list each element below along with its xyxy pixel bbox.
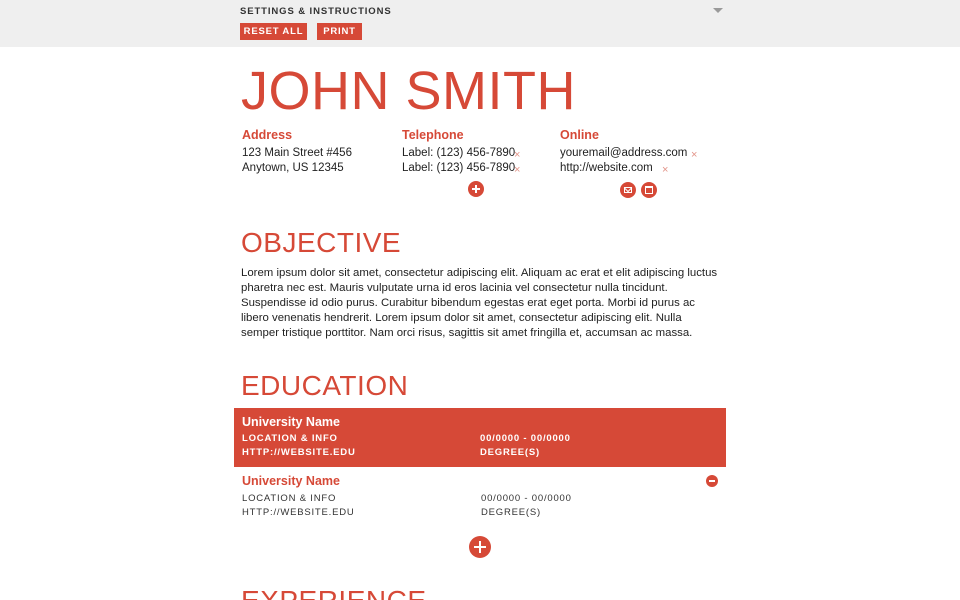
add-telephone-button[interactable] xyxy=(468,181,484,197)
education-website[interactable]: HTTP://WEBSITE.EDU xyxy=(242,507,355,518)
education-location[interactable]: LOCATION & INFO xyxy=(242,493,336,504)
web-icon xyxy=(645,186,653,194)
remove-telephone-1-icon[interactable]: × xyxy=(514,149,520,161)
address-line-1[interactable]: 123 Main Street #456 xyxy=(242,147,352,159)
university-name[interactable]: University Name xyxy=(242,415,340,429)
address-heading: Address xyxy=(242,128,293,142)
settings-bar: SETTINGS & INSTRUCTIONS RESET ALL PRINT xyxy=(0,0,960,47)
telephone-heading: Telephone xyxy=(402,128,464,142)
education-degree[interactable]: DEGREE(S) xyxy=(481,507,541,518)
education-dates[interactable]: 00/0000 - 00/0000 xyxy=(481,493,572,504)
university-name[interactable]: University Name xyxy=(242,474,340,488)
print-button[interactable]: PRINT xyxy=(317,23,362,40)
experience-heading[interactable]: EXPERIENCE xyxy=(241,585,427,600)
online-line-2[interactable]: http://website.com xyxy=(560,162,653,174)
mail-icon xyxy=(624,187,632,193)
education-heading[interactable]: EDUCATION xyxy=(241,370,408,402)
education-website[interactable]: HTTP://WEBSITE.EDU xyxy=(242,447,356,458)
chevron-down-icon[interactable] xyxy=(713,8,723,13)
remove-telephone-2-icon[interactable]: × xyxy=(514,164,520,176)
telephone-line-2[interactable]: Label: (123) 456-7890 xyxy=(402,162,515,174)
education-location[interactable]: LOCATION & INFO xyxy=(242,433,338,444)
education-dates[interactable]: 00/0000 - 00/0000 xyxy=(480,433,571,444)
resume-name[interactable]: JOHN SMITH xyxy=(241,59,576,123)
remove-email-icon[interactable]: × xyxy=(691,149,697,161)
add-website-button[interactable] xyxy=(641,182,657,198)
settings-title[interactable]: SETTINGS & INSTRUCTIONS xyxy=(240,6,392,17)
online-line-1[interactable]: youremail@address.com xyxy=(560,147,687,159)
add-email-button[interactable] xyxy=(620,182,636,198)
online-heading: Online xyxy=(560,128,599,142)
address-line-2[interactable]: Anytown, US 12345 xyxy=(242,162,344,174)
education-degree[interactable]: DEGREE(S) xyxy=(480,447,540,458)
remove-education-button[interactable] xyxy=(706,475,718,487)
reset-all-button[interactable]: RESET ALL xyxy=(240,23,307,40)
objective-heading[interactable]: OBJECTIVE xyxy=(241,227,401,259)
telephone-line-1[interactable]: Label: (123) 456-7890 xyxy=(402,147,515,159)
remove-website-icon[interactable]: × xyxy=(662,164,668,176)
education-entry-selected[interactable]: University Name LOCATION & INFO HTTP://W… xyxy=(234,408,726,467)
objective-text[interactable]: Lorem ipsum dolor sit amet, consectetur … xyxy=(241,266,721,341)
add-education-button[interactable] xyxy=(469,536,491,558)
